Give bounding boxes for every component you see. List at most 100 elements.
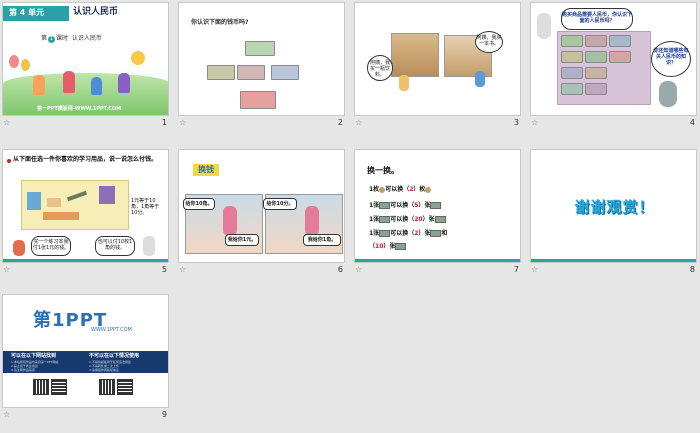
slide-star-icon[interactable]: ☆	[3, 411, 10, 419]
row-tail: 和	[441, 230, 448, 237]
exchange-row-3: 1张 可以换（20）张	[369, 216, 446, 224]
slide-3-canvas[interactable]: 阿姨，我买一瓶饮料。 阿姨，我买一本书。	[354, 2, 521, 116]
banknote-image	[245, 41, 275, 56]
slide-thumbnail-9[interactable]: 第1PPT WWW.1PPT.COM 可以在以下网站找到 不可以在以下情况使用 …	[2, 294, 169, 421]
slide-star-icon[interactable]: ☆	[3, 119, 10, 127]
balloon-icon	[9, 55, 19, 68]
exchange-row-4: 1张 可以换（2）张和	[369, 230, 447, 238]
row-prefix: 1枚	[369, 186, 380, 193]
banknote-image	[240, 91, 276, 109]
exchange-row-2: 1张 可以换（5）张	[369, 202, 442, 210]
banknote-image	[561, 51, 583, 63]
slide-6-canvas[interactable]: 换钱 给你10角。 我给你1元。 给你10分。 我给你1角。	[178, 149, 345, 263]
speech-bubble-left: 买一个练习本我付1张1元的钱。	[31, 236, 71, 256]
slide-star-icon[interactable]: ☆	[179, 266, 186, 274]
slide-number: 2	[337, 118, 343, 127]
child-figure-icon	[33, 75, 45, 95]
slide-star-icon[interactable]: ☆	[3, 266, 10, 274]
banknote-image	[561, 67, 583, 79]
banknote-image	[561, 35, 583, 47]
slide-thumbnail-5[interactable]: 从下面任选一件你喜欢的学习用品，说一说怎么付钱。 1元等于10角，1角等于10分…	[2, 149, 169, 276]
row-unit: ）张	[418, 230, 431, 237]
row-prefix: 1张	[369, 202, 380, 209]
slide-1-title: 认识人民币	[73, 7, 119, 17]
banknote-icon	[379, 216, 391, 223]
sun-icon	[131, 51, 145, 65]
slide-thumbnail-8[interactable]: 谢谢观赏！ ☆ 8	[530, 149, 697, 276]
slide-thumbnail-6[interactable]: 换钱 给你10角。 我给你1元。 给你10分。 我给你1角。 ☆ 6	[178, 149, 345, 276]
exchange-row-5: （10）张	[369, 243, 407, 251]
slide-star-icon[interactable]: ☆	[531, 266, 538, 274]
slide-4-canvas[interactable]: 购买商品需要人民币，你认识下面的人民币吗？ 你还知道哪些有关人民币的知识？	[530, 2, 697, 116]
logo-subtext: WWW.1PPT.COM	[91, 327, 132, 333]
exchange-row-1: 1枚 可以换（2）枚	[369, 186, 432, 194]
lesson-suffix: 课时	[56, 35, 69, 42]
slide-star-icon[interactable]: ☆	[355, 266, 362, 274]
slide-star-icon[interactable]: ☆	[179, 119, 186, 127]
lesson-title: 认识人民币	[71, 35, 102, 42]
slide-thumbnail-1[interactable]: 第 4 单元 认识人民币 第 1 课时 认识人民币 第一PPT模板网-WWW.1PP…	[2, 2, 169, 129]
slide-number: 5	[161, 265, 167, 274]
lesson-number: 1	[48, 36, 56, 43]
slide-1-canvas[interactable]: 第 4 单元 认识人民币 第 1 课时 认识人民币 第一PPT模板网-WWW.1PP…	[2, 2, 169, 116]
eraser-icon	[47, 198, 61, 207]
row-verb: 可以换（	[390, 230, 415, 237]
child-figure-icon	[399, 75, 409, 91]
speech-bubble-left-2: 我给你1元。	[225, 234, 259, 246]
girl-figure-icon	[305, 206, 319, 236]
banknote-icon	[395, 243, 407, 250]
banknote-image	[585, 67, 607, 79]
ruler-icon	[27, 192, 41, 210]
col-left-title: 可以在以下网站找到	[11, 353, 57, 359]
col-right-line-3: 3.请保留作者版权信息	[89, 368, 119, 372]
rabbit-figure-icon	[537, 13, 551, 39]
row-verb: 可以换（	[385, 186, 410, 193]
banknote-image	[585, 51, 607, 63]
speech-bubble-left: 阿姨，我买一瓶饮料。	[367, 55, 393, 81]
slide-number: 4	[689, 118, 695, 127]
slide-thumbnail-4[interactable]: 购买商品需要人民币，你认识下面的人民币吗？ 你还知道哪些有关人民币的知识？ ☆ …	[530, 2, 697, 129]
slide-8-canvas[interactable]: 谢谢观赏！	[530, 149, 697, 263]
slide-bottom-bar	[531, 259, 696, 262]
slide-number: 9	[161, 410, 167, 419]
slide-number: 8	[689, 265, 695, 274]
banknote-image	[561, 83, 583, 95]
slide-thumbnail-2[interactable]: 你认识下面的钱币吗? ☆ 2	[178, 2, 345, 129]
slide-thumbnail-7[interactable]: 换一换。 1枚 可以换（2）枚 1张 可以换（5）张 1张 可以换（20）张 1张 可以…	[354, 149, 521, 276]
slide-2-canvas[interactable]: 你认识下面的钱币吗?	[178, 2, 345, 116]
slide-number: 7	[513, 265, 519, 274]
banknote-image	[609, 51, 631, 63]
slide-bottom-bar	[355, 259, 520, 262]
slide-7-title: 换一换。	[367, 166, 399, 175]
row-unit: ）枚	[413, 186, 426, 193]
coin-icon	[425, 186, 432, 193]
child-figure-icon	[13, 240, 25, 256]
col-right-title: 不可以在以下情况使用	[89, 353, 140, 359]
slide-star-icon[interactable]: ☆	[531, 119, 538, 127]
speech-bubble-right-2: 我给你1角。	[303, 234, 341, 246]
slide-star-icon[interactable]: ☆	[355, 119, 362, 127]
slide-9-canvas[interactable]: 第1PPT WWW.1PPT.COM 可以在以下网站找到 不可以在以下情况使用 …	[2, 294, 169, 408]
row-verb: 可以换（	[390, 216, 415, 223]
speech-bubble-left-1: 给你10角。	[183, 198, 215, 210]
instruction-marker-icon	[7, 159, 11, 163]
slide-6-title: 换钱	[193, 164, 219, 176]
banknote-image	[207, 65, 235, 80]
slide-7-canvas[interactable]: 换一换。 1枚 可以换（2）枚 1张 可以换（5）张 1张 可以换（20）张 1张 可以…	[354, 149, 521, 263]
slide-5-canvas[interactable]: 从下面任选一件你喜欢的学习用品，说一说怎么付钱。 1元等于10角，1角等于10分…	[2, 149, 169, 263]
qr-code-icon	[33, 379, 49, 395]
slide-bottom-bar	[3, 259, 168, 262]
pencil-case-icon	[43, 212, 79, 220]
lesson-prefix: 第	[41, 35, 48, 42]
slide-thumbnail-3[interactable]: 阿姨，我买一瓶饮料。 阿姨，我买一本书。 ☆ 3	[354, 2, 521, 129]
slide-5-instruction: 从下面任选一件你喜欢的学习用品，说一说怎么付钱。	[13, 156, 158, 163]
banknote-icon	[430, 202, 442, 209]
row-unit: ）张	[422, 216, 435, 223]
child-figure-icon	[118, 73, 130, 93]
row-answer: 20	[414, 216, 423, 223]
girl-figure-icon	[223, 206, 237, 236]
qr-code-icon	[51, 379, 67, 395]
child-figure-icon	[63, 71, 75, 93]
qr-code-icon	[117, 379, 133, 395]
row-unit: ）张	[418, 202, 431, 209]
